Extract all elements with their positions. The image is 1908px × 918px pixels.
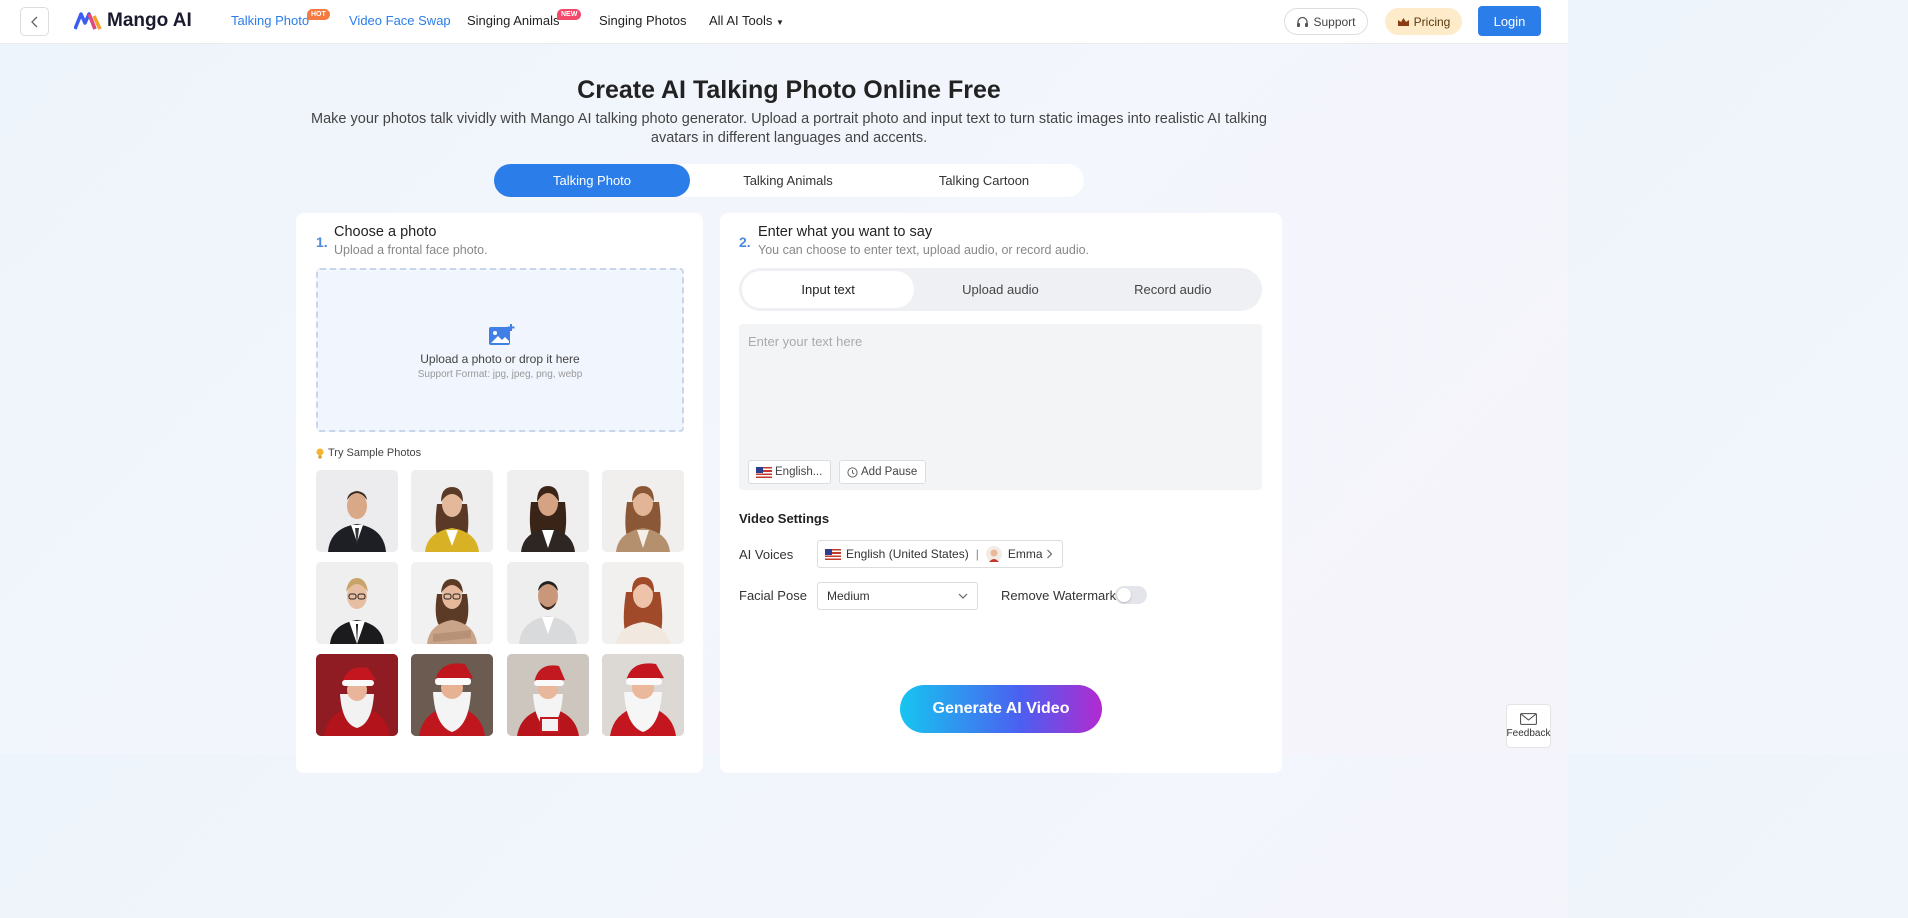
feedback-label: Feedback (1506, 728, 1551, 739)
sample-photo-man-white-suit[interactable] (506, 562, 589, 644)
page-subtitle: Make your photos talk vividly with Mango… (311, 111, 1267, 146)
us-flag-icon (756, 466, 772, 478)
sample-photo-woman-yellow[interactable] (411, 470, 494, 552)
feedback-button[interactable]: Feedback (1506, 704, 1551, 748)
facial-pose-label: Facial Pose (739, 588, 807, 603)
clock-icon (847, 466, 858, 478)
ai-voices-label: AI Voices (739, 547, 794, 562)
upload-label: Upload a photo or drop it here (420, 352, 580, 366)
toggle-knob (1117, 588, 1131, 602)
generate-video-button[interactable]: Generate AI Video (900, 685, 1102, 733)
ai-voice-selector[interactable]: English (United States) | Emma (817, 540, 1063, 568)
sample-photo-woman-dark-blazer[interactable] (506, 470, 589, 552)
image-upload-icon (489, 324, 515, 345)
enter-text-panel: 2. Enter what you want to say You can ch… (720, 213, 1282, 773)
all-ai-tools-label: All AI Tools (709, 13, 773, 28)
lightbulb-icon (316, 448, 324, 458)
tab-input-text[interactable]: Input text (742, 271, 915, 308)
sample-photo-santa-3[interactable] (506, 654, 589, 736)
voice-language: English (United States) (846, 547, 969, 561)
mail-icon (1520, 713, 1537, 725)
logo-text: Mango AI (107, 10, 192, 31)
login-button[interactable]: Login (1478, 6, 1541, 36)
nav-talking-photo[interactable]: Talking Photo (231, 13, 309, 28)
page-title: Create AI Talking Photo Online Free (577, 76, 1001, 104)
remove-watermark-toggle[interactable] (1115, 586, 1147, 604)
language-chip-label: English... (775, 466, 823, 478)
add-pause-label: Add Pause (861, 466, 918, 478)
sample-photo-santa-2[interactable] (411, 654, 494, 736)
voice-divider: | (975, 547, 979, 561)
logo[interactable]: Mango AI (74, 10, 192, 32)
tab-record-audio[interactable]: Record audio (1087, 271, 1259, 308)
sample-photo-woman-beige-blazer[interactable] (601, 470, 684, 552)
text-input-area: English... Add Pause (739, 324, 1262, 490)
nav-all-ai-tools[interactable]: All AI Tools ▼ (709, 13, 784, 28)
pricing-button[interactable]: Pricing (1385, 8, 1462, 35)
photo-upload-dropzone[interactable]: Upload a photo or drop it here Support F… (316, 268, 684, 432)
chevron-left-icon (30, 16, 37, 27)
sample-photos-label: Try Sample Photos (316, 447, 421, 459)
support-label: Support (1313, 14, 1356, 29)
language-chip[interactable]: English... (748, 460, 831, 484)
sample-photo-santa-4[interactable] (601, 654, 684, 736)
caret-down-icon: ▼ (775, 18, 784, 27)
sample-photo-man-suit[interactable] (316, 470, 398, 552)
step-1-title: Choose a photo (334, 224, 437, 240)
new-badge: NEW (557, 9, 582, 20)
headset-icon (1297, 16, 1309, 27)
facial-pose-select[interactable]: Medium (817, 582, 978, 610)
pricing-label: Pricing (1413, 14, 1451, 29)
support-button[interactable]: Support (1284, 8, 1368, 35)
sample-photos-text: Try Sample Photos (328, 447, 422, 459)
hot-badge: HOT (307, 9, 330, 20)
sample-photo-woman-red-hair[interactable] (601, 562, 684, 644)
tab-talking-cartoon[interactable]: Talking Cartoon (886, 164, 1082, 197)
video-settings-title: Video Settings (739, 511, 830, 526)
audio-source-tabs: Input text Upload audio Record audio (739, 268, 1262, 311)
step-1-number: 1. (316, 234, 328, 250)
step-1-desc: Upload a frontal face photo. (334, 243, 488, 257)
speech-text-input[interactable] (739, 324, 1262, 444)
top-nav: Mango AI Talking Photo HOT Video Face Sw… (0, 0, 1568, 44)
choose-photo-panel: 1. Choose a photo Upload a frontal face … (296, 213, 703, 773)
sample-photo-grid (316, 470, 684, 736)
us-flag-icon (825, 548, 841, 560)
nav-video-face-swap[interactable]: Video Face Swap (349, 13, 451, 28)
sample-photo-woman-glasses-crossed-arms[interactable] (411, 562, 494, 644)
chevron-right-icon (1047, 549, 1053, 559)
sample-photo-santa-1[interactable] (316, 654, 398, 736)
tab-talking-photo[interactable]: Talking Photo (494, 164, 690, 197)
upload-format-hint: Support Format: jpg, jpeg, png, webp (417, 369, 583, 380)
step-2-number: 2. (739, 234, 751, 250)
facial-pose-value: Medium (827, 589, 870, 603)
tab-upload-audio[interactable]: Upload audio (914, 271, 1086, 308)
step-2-desc: You can choose to enter text, upload aud… (758, 243, 1090, 257)
chevron-down-icon (958, 593, 968, 599)
sample-photo-woman-glasses-blonde[interactable] (316, 562, 398, 644)
crown-icon (1397, 17, 1409, 26)
mango-logo-icon (74, 12, 102, 30)
remove-watermark-label: Remove Watermark (1001, 588, 1117, 603)
voice-avatar (985, 546, 1002, 562)
step-2-title: Enter what you want to say (758, 224, 933, 240)
tab-talking-animals[interactable]: Talking Animals (690, 164, 886, 197)
nav-singing-animals[interactable]: Singing Animals (467, 13, 560, 28)
back-button[interactable] (20, 7, 49, 36)
main-tabs: Talking Photo Talking Animals Talking Ca… (494, 164, 1084, 197)
nav-singing-photos[interactable]: Singing Photos (599, 13, 686, 28)
voice-name: Emma (1007, 547, 1043, 561)
add-pause-button[interactable]: Add Pause (839, 460, 926, 484)
